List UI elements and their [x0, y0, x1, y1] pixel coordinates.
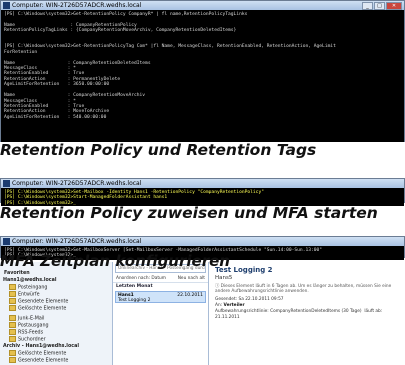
- folder-label: RSS-Feeds: [18, 330, 44, 336]
- folder-label: Gesendete Elemente: [18, 358, 69, 364]
- folder-icon: [9, 284, 16, 290]
- folder-item[interactable]: Junk-E-Mail: [0, 315, 112, 322]
- list-item[interactable]: Hans1 Test Logging 2 22.10.2011: [115, 291, 206, 303]
- folder-label: Gelöschte Elemente: [18, 306, 67, 312]
- sent-label: Gesendet:: [215, 297, 238, 302]
- folder-item[interactable]: Hans1@wedhs.local: [0, 277, 112, 284]
- item-subject: Test Logging 2: [118, 298, 151, 303]
- outlook-window: Favoriten Hans1@wedhs.local Posteingang En…: [0, 262, 405, 365]
- expires-label: läuft ab:: [364, 309, 383, 314]
- folder-item[interactable]: Archiv - Hans1@wedhs.local: [0, 343, 112, 350]
- close-button[interactable]: ✕: [386, 2, 402, 10]
- sort-bar[interactable]: Anordnen nach: Datum Neu nach alt: [113, 275, 208, 283]
- message-from: Hans5: [215, 275, 233, 281]
- maximize-button[interactable]: □: [374, 2, 385, 10]
- reading-pane: Test Logging 2 Hans5 ⓘ Dieses Element lä…: [209, 262, 405, 365]
- sort-by-label[interactable]: Anordnen nach: Datum: [116, 275, 166, 282]
- folder-list: Hans1@wedhs.local Posteingang Entwürfe Gese…: [0, 277, 112, 364]
- folder-label: Suchordner: [18, 337, 46, 343]
- retention-info-text: Dieses Element läuft in 6 Tagen ab. Um e…: [215, 284, 392, 294]
- window-titlebar: Computer: WIN-2T26D57ADCR.wedhs.local: [1, 237, 404, 246]
- folder-icon: [9, 291, 16, 297]
- folder-icon: [9, 305, 16, 311]
- folder-item[interactable]: Gelöschte Elemente: [0, 305, 112, 312]
- window-title: Computer: WIN-2T26D57ADCR.wedhs.local: [12, 2, 142, 9]
- folder-item[interactable]: Gesendete Elemente: [0, 298, 112, 305]
- folder-icon: [9, 357, 16, 363]
- retention-info-bar: ⓘ Dieses Element läuft in 6 Tagen ab. Um…: [215, 284, 399, 294]
- folder-label: Posteingang: [18, 285, 48, 291]
- folder-label: Archiv - Hans1@wedhs.local: [3, 344, 79, 349]
- folder-icon: [9, 350, 16, 356]
- folder-pane: Favoriten Hans1@wedhs.local Posteingang En…: [0, 262, 113, 365]
- group-header[interactable]: Letzten Monat: [113, 283, 208, 291]
- folder-label: Postausgang: [18, 323, 49, 329]
- folder-icon: [9, 329, 16, 335]
- caption-retention-tags: Retention Policy und Retention Tags: [0, 141, 317, 159]
- folder-icon: [9, 298, 16, 304]
- folder-label: Gesendete Elemente: [18, 299, 69, 305]
- window-titlebar: Computer: WIN-2T26D57ADCR.wedhs.local: [1, 179, 404, 188]
- folder-label: Gelöschte Elemente: [18, 351, 67, 357]
- minimize-button[interactable]: _: [362, 2, 373, 10]
- to-label: An:: [215, 303, 223, 308]
- to-value[interactable]: Verteiler: [224, 303, 245, 308]
- window-title: Computer: WIN-2T26D57ADCR.wedhs.local: [12, 180, 142, 187]
- window-titlebar: Computer: WIN-2T26D57ADCR.wedhs.local _ …: [1, 1, 404, 10]
- folder-item[interactable]: Posteingang: [0, 284, 112, 291]
- expires-value: 21.11.2011: [215, 315, 240, 320]
- folder-icon: [9, 322, 16, 328]
- folder-label: Hans1@wedhs.local: [3, 278, 57, 283]
- folder-item[interactable]: Gesendete Elemente: [0, 357, 112, 364]
- window-title: Computer: WIN-2T26D57ADCR.wedhs.local: [12, 238, 142, 245]
- terminal-output[interactable]: [PS] C:\Windows\system32>Get-RetentionPo…: [1, 10, 404, 142]
- sent-value: Sa 22.10.2011 09:57: [238, 297, 284, 302]
- folder-item[interactable]: RSS-Feeds: [0, 329, 112, 336]
- folder-label: Junk-E-Mail: [18, 316, 45, 322]
- message-meta: Gesendet: Sa 22.10.2011 09:57 An: Vertei…: [215, 297, 399, 321]
- powershell-window-assign: Computer: WIN-2T26D57ADCR.wedhs.local [P…: [0, 178, 405, 206]
- caption-assign-policy: Retention Policy zuweisen und MFA starte…: [0, 204, 378, 222]
- folder-item[interactable]: Gelöschte Elemente: [0, 350, 112, 357]
- powershell-icon: [3, 238, 10, 245]
- folder-icon: [9, 315, 16, 321]
- folder-item[interactable]: Entwürfe: [0, 291, 112, 298]
- sort-order-label[interactable]: Neu nach alt: [178, 275, 205, 282]
- powershell-window-retention: Computer: WIN-2T26D57ADCR.wedhs.local _ …: [0, 0, 405, 142]
- caption-mfa-schedule: MFA Zeitplan konfigurieren: [0, 253, 230, 270]
- folder-item[interactable]: Suchordner: [0, 336, 112, 343]
- policy-label: Aufbewahrungsrichtlinie:: [215, 309, 269, 314]
- folder-icon: [9, 336, 16, 342]
- terminal-line: AgeLimitForRetention : 540.00:00:00: [4, 114, 107, 120]
- item-date: 22.10.2011: [177, 293, 203, 298]
- powershell-icon: [3, 2, 10, 9]
- message-list: Onlinearchiv - Hans1 - Posteingang durch…: [113, 262, 209, 365]
- favorites-header[interactable]: Favoriten: [0, 270, 112, 277]
- powershell-icon: [3, 180, 10, 187]
- folder-item[interactable]: Postausgang: [0, 322, 112, 329]
- policy-value: CompanyRetentionDeletedItems (30 Tage): [270, 309, 362, 314]
- folder-label: Entwürfe: [18, 292, 40, 298]
